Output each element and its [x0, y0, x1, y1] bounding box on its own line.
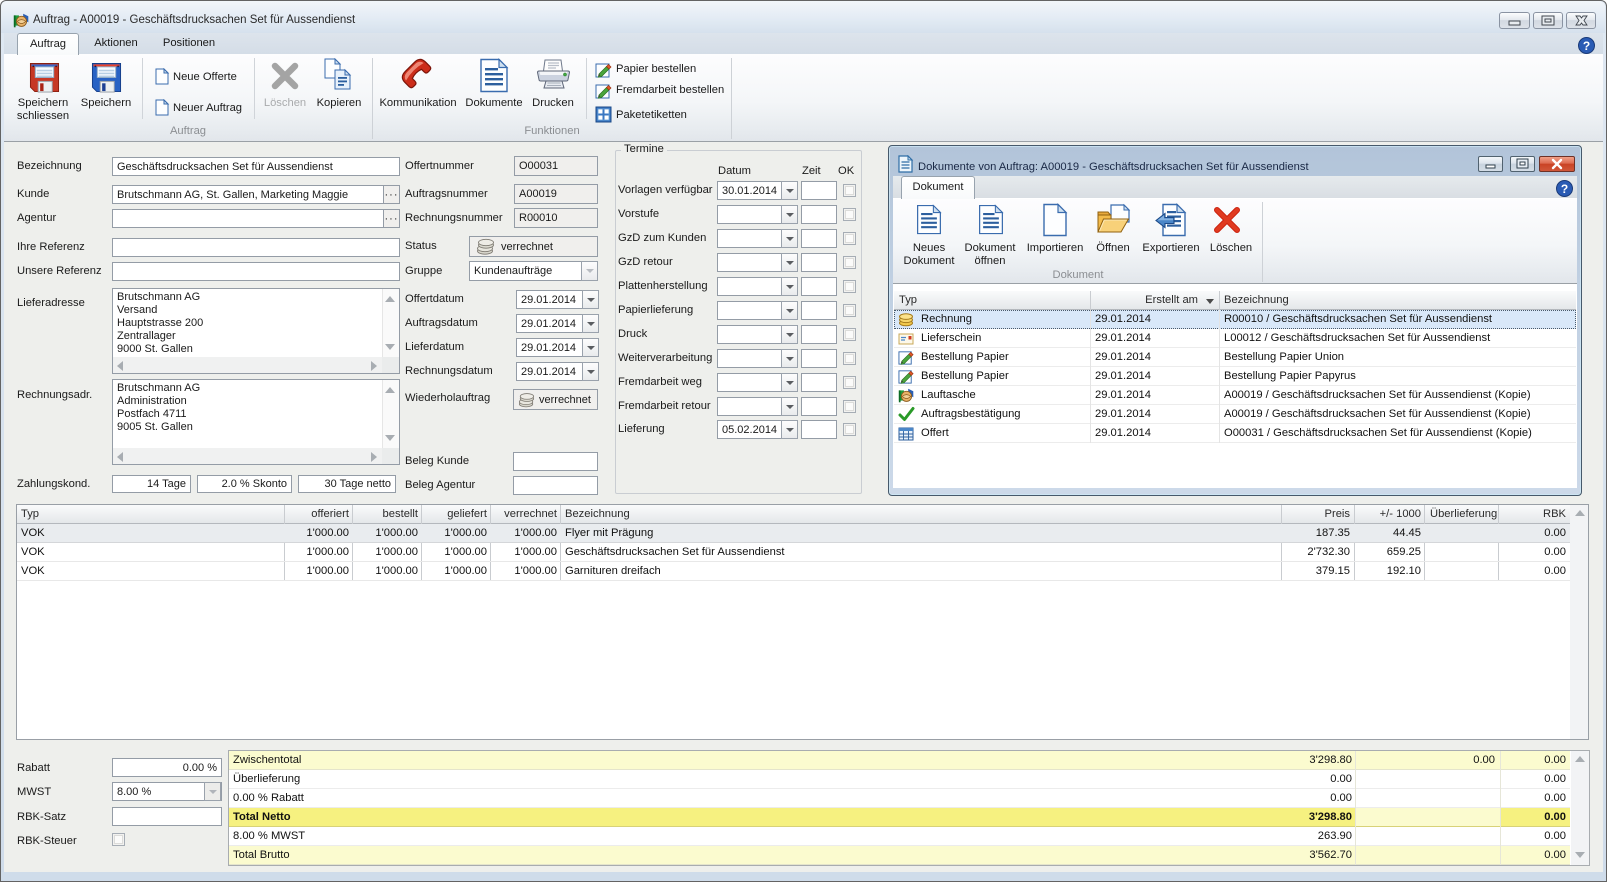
svg-text:?: ? [1583, 39, 1590, 53]
svg-text:?: ? [1561, 182, 1568, 196]
